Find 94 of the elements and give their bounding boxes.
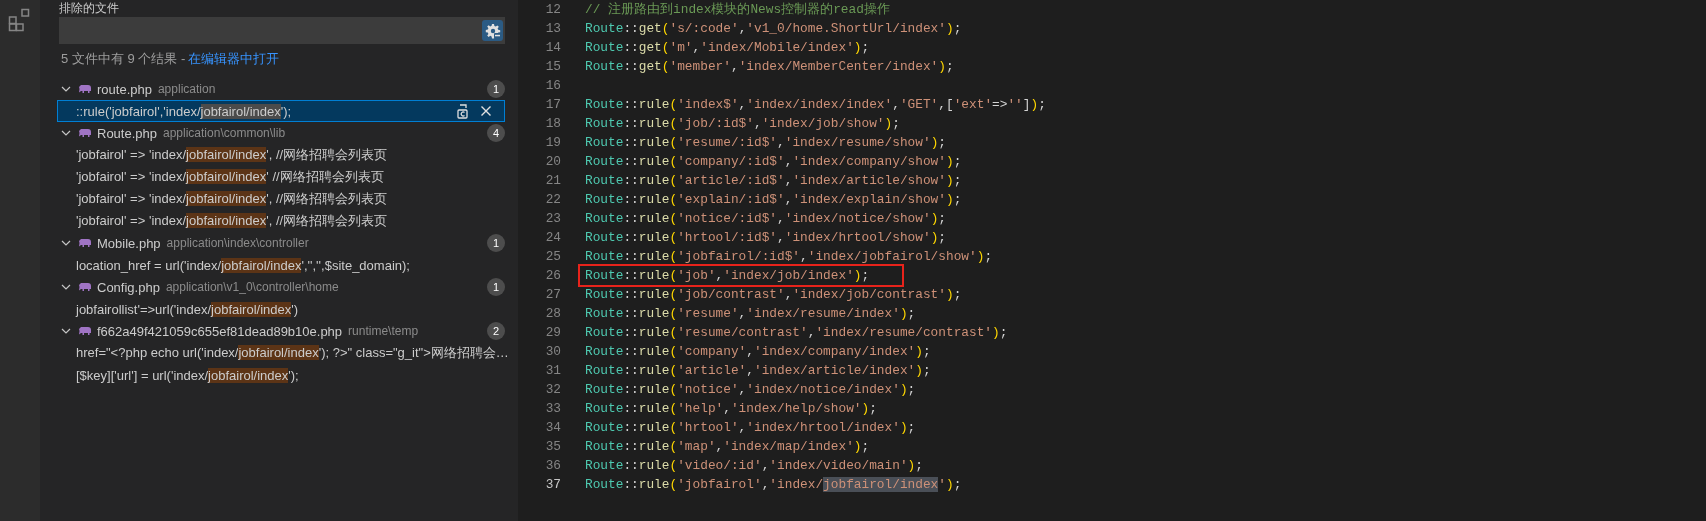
- line-number: 21: [544, 173, 561, 188]
- code-line: Route::rule('map','index/map/index');: [585, 439, 870, 454]
- line-number: 31: [544, 363, 561, 378]
- code-line: Route::rule('jobfairol/:id$','index/jobfairol/show');: [585, 249, 993, 264]
- replace-icon[interactable]: [456, 103, 470, 119]
- line-number: 13: [544, 21, 561, 36]
- code-line: Route::get('m','index/Mobile/index');: [585, 40, 870, 55]
- file-path: runtime\temp: [348, 324, 419, 338]
- search-result[interactable]: 'jobfairol' => 'index/jobfairol/index', //网络招聘会列表页: [57, 210, 505, 232]
- chevron-icon[interactable]: [61, 326, 71, 336]
- search-result[interactable]: 'jobfairol' => 'index/jobfairol/index', //网络招聘会列表页: [57, 144, 505, 166]
- line-number: 24: [544, 230, 561, 245]
- line-number: 32: [544, 382, 561, 397]
- line-number: 36: [544, 458, 561, 473]
- search-result[interactable]: location_href = url('index/jobfairol/index','','',$site_domain);: [57, 254, 505, 276]
- line-number: 29: [544, 325, 561, 340]
- search-result[interactable]: href="<?php echo url('index/jobfairol/index'); ?>" class="g_it">网络招聘会…: [57, 342, 505, 364]
- chevron-icon[interactable]: [61, 128, 71, 138]
- line-number: 22: [544, 192, 561, 207]
- line-number: 19: [544, 135, 561, 150]
- code-line: Route::rule('resume','index/resume/index');: [585, 306, 916, 321]
- exclude-settings-button[interactable]: [482, 20, 503, 41]
- code-line: Route::rule('jobfairol','index/jobfairol/index');: [585, 477, 962, 492]
- match-count: 1: [487, 234, 505, 252]
- file-path: application\index\controller: [166, 236, 309, 250]
- code-line: Route::rule('explain/:id$','index/explain/show');: [585, 192, 962, 207]
- settings-icon: [484, 22, 501, 39]
- line-number: 14: [544, 40, 561, 55]
- file-path: application\common\lib: [163, 126, 286, 140]
- line-number: 26: [544, 268, 561, 283]
- results-summary: 5 文件中有 9 个结果 -: [61, 50, 186, 68]
- file-name[interactable]: Config.php: [97, 279, 160, 295]
- chevron-icon[interactable]: [61, 238, 71, 248]
- code-line: Route::rule('notice','index/notice/index');: [585, 382, 916, 397]
- code-line: Route::rule('resume/contrast','index/resume/contrast');: [585, 325, 1008, 340]
- file-name[interactable]: f662a49f421059c655ef81dead89b10e.php: [97, 323, 343, 339]
- line-number: 27: [544, 287, 561, 302]
- match-count: 4: [487, 124, 505, 142]
- code-line: Route::rule('job/:id$','index/job/show');: [585, 116, 900, 131]
- file-path: application\v1_0\controller\home: [165, 280, 339, 294]
- file-name[interactable]: Mobile.php: [97, 235, 161, 251]
- search-result[interactable]: 'jobfairol' => 'index/jobfairol/index', //网络招聘会列表页: [57, 188, 505, 210]
- line-number: 17: [544, 97, 561, 112]
- search-result[interactable]: ::rule('jobfairol','index/jobfairol/index');: [57, 100, 505, 122]
- code-line: Route::rule('hrtool','index/hrtool/index');: [585, 420, 916, 435]
- close-icon[interactable]: [480, 105, 492, 117]
- match-count: 1: [487, 278, 505, 296]
- code-line: Route::rule('job','index/job/index');: [585, 268, 870, 283]
- match-count: 2: [487, 322, 505, 340]
- elephant-icon: [78, 84, 92, 94]
- elephant-icon: [78, 326, 92, 336]
- code-line: Route::rule('company','index/company/index');: [585, 344, 931, 359]
- elephant-icon: [78, 238, 92, 248]
- code-line: Route::rule('company/:id$','index/company/show');: [585, 154, 962, 169]
- line-number: 35: [544, 439, 561, 454]
- file-name[interactable]: Route.php: [97, 125, 157, 141]
- code-line: Route::rule('hrtool/:id$','index/hrtool/show');: [585, 230, 946, 245]
- code-line: Route::rule('article','index/article/index');: [585, 363, 931, 378]
- chevron-icon[interactable]: [61, 84, 71, 94]
- elephant-icon: [78, 282, 92, 292]
- search-result[interactable]: 'jobfairol' => 'index/jobfairol/index' //网络招聘会列表页: [57, 166, 505, 188]
- elephant-icon: [78, 128, 92, 138]
- line-number: 37: [544, 477, 561, 492]
- line-number: 25: [544, 249, 561, 264]
- search-result[interactable]: [$key]['url'] = url('index/jobfairol/index');: [57, 364, 505, 386]
- search-result[interactable]: jobfairollist'=>url('index/jobfairol/index'): [57, 298, 505, 320]
- line-number: 12: [544, 2, 561, 17]
- line-number: 23: [544, 211, 561, 226]
- line-number: 16: [544, 78, 561, 93]
- line-number: 30: [544, 344, 561, 359]
- code-line: Route::rule('index$','index/index/index','GET',['ext'=>'']);: [585, 97, 1046, 112]
- file-name[interactable]: route.php: [97, 81, 152, 97]
- code-line: Route::rule('job/contrast','index/job/contrast');: [585, 287, 962, 302]
- code-line: Route::get('member','index/MemberCenter/index');: [585, 59, 954, 74]
- exclude-label: 排除的文件: [59, 1, 120, 16]
- code-line: Route::rule('article/:id$','index/article/show');: [585, 173, 962, 188]
- code-line: Route::rule('notice/:id$','index/notice/show');: [585, 211, 946, 226]
- line-number: 28: [544, 306, 561, 321]
- code-line: // 注册路由到index模块的News控制器的read操作: [585, 1, 890, 18]
- file-path: application: [157, 82, 216, 96]
- exclude-field[interactable]: [59, 17, 505, 44]
- code-line: Route::rule('video/:id','index/video/main');: [585, 458, 923, 473]
- line-number: 33: [544, 401, 561, 416]
- code-line: Route::rule('help','index/help/show');: [585, 401, 877, 416]
- code-line: Route::get('s/:code','v1_0/home.ShortUrl/index');: [585, 21, 962, 36]
- line-number: 34: [544, 420, 561, 435]
- line-number: 20: [544, 154, 561, 169]
- match-count: 1: [487, 80, 505, 98]
- line-number: 18: [544, 116, 561, 131]
- open-in-editor-link[interactable]: 在编辑器中打开: [188, 50, 280, 68]
- line-number: 15: [544, 59, 561, 74]
- code-line: Route::rule('resume/:id$','index/resume/show');: [585, 135, 946, 150]
- extensions-icon[interactable]: [8, 8, 32, 32]
- chevron-icon[interactable]: [61, 282, 71, 292]
